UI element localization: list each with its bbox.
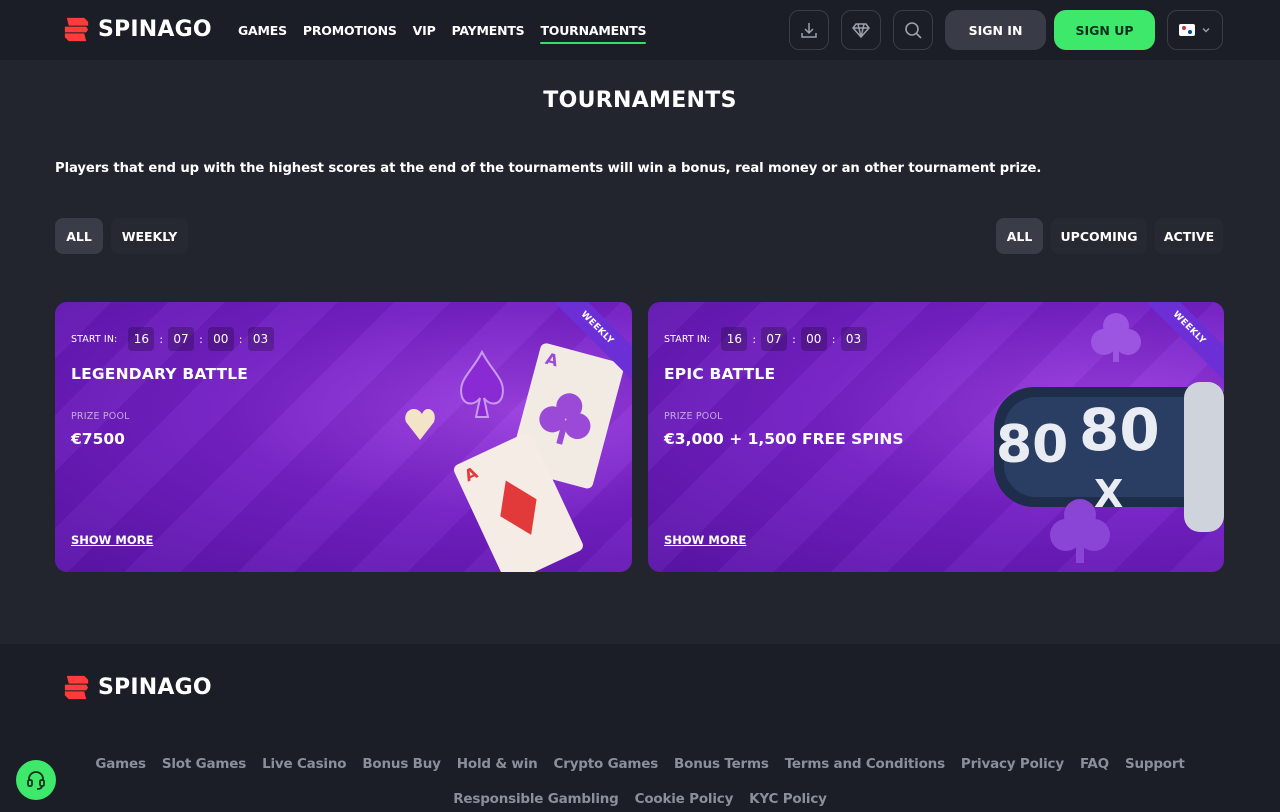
footer-link-live-casino[interactable]: Live Casino <box>262 756 346 772</box>
tournament-title: LEGENDARY BATTLE <box>71 365 249 383</box>
brand-logo[interactable]: SPINAGO <box>61 14 212 45</box>
countdown-days: 16 <box>128 327 155 351</box>
nav-promotions[interactable]: PROMOTIONS <box>303 0 397 60</box>
footer-logo[interactable]: SPINAGO <box>61 672 212 703</box>
chevron-down-icon <box>1202 28 1210 33</box>
prize-pool-value: €3,000 + 1,500 FREE SPINS <box>664 430 904 448</box>
countdown: START IN: 16 : 07 : 00 : 03 <box>71 327 274 351</box>
filter-status-active[interactable]: ACTIVE <box>1155 218 1223 254</box>
weekly-ribbon: WEEKLY <box>1134 302 1224 383</box>
countdown-hours: 07 <box>168 327 195 351</box>
weekly-ribbon: WEEKLY <box>542 302 632 383</box>
nav-vip[interactable]: VIP <box>413 0 436 60</box>
show-more-link[interactable]: SHOW MORE <box>71 533 153 547</box>
download-icon <box>801 23 817 38</box>
footer-link-games[interactable]: Games <box>95 756 146 772</box>
filter-type-all[interactable]: ALL <box>55 218 103 254</box>
filter-status-all[interactable]: ALL <box>996 218 1043 254</box>
countdown-seconds: 03 <box>840 327 867 351</box>
countdown: START IN: 16 : 07 : 00 : 03 <box>664 327 867 351</box>
footer-brand-name: SPINAGO <box>98 675 212 700</box>
footer-link-bonus-terms[interactable]: Bonus Terms <box>674 756 769 772</box>
footer-link-cookie-policy[interactable]: Cookie Policy <box>635 791 734 807</box>
footer-link-kyc-policy[interactable]: KYC Policy <box>749 791 827 807</box>
tournament-card[interactable]: A A WEEKLY START IN: 16 : 07 : 00 : 03 L… <box>55 302 632 572</box>
logo-s-icon <box>64 17 89 42</box>
main-nav: GAMES PROMOTIONS VIP PAYMENTS TOURNAMENT… <box>238 0 647 60</box>
prize-pool-label: PRIZE POOL <box>71 411 130 422</box>
countdown-hours: 07 <box>761 327 788 351</box>
prize-pool-label: PRIZE POOL <box>664 411 723 422</box>
brand-name: SPINAGO <box>98 17 212 42</box>
headset-icon <box>27 771 45 790</box>
sign-in-button[interactable]: SIGN IN <box>945 10 1046 50</box>
footer-link-faq[interactable]: FAQ <box>1080 756 1109 772</box>
show-more-link[interactable]: SHOW MORE <box>664 533 746 547</box>
language-selector[interactable] <box>1167 10 1223 50</box>
support-chat-button[interactable] <box>16 760 56 800</box>
filter-status-upcoming[interactable]: UPCOMING <box>1051 218 1147 254</box>
tournament-title: EPIC BATTLE <box>664 365 776 383</box>
diamond-icon <box>852 23 870 39</box>
tournament-card[interactable]: 80 80 X WEEKLY START IN: 16 : 07 : 00 : … <box>648 302 1224 572</box>
prize-pool-value: €7500 <box>71 430 125 448</box>
countdown-minutes: 00 <box>207 327 234 351</box>
footer-links-row-1: Games Slot Games Live Casino Bonus Buy H… <box>0 756 1280 772</box>
vip-diamond-button[interactable] <box>841 10 881 50</box>
countdown-days: 16 <box>721 327 748 351</box>
logo-s-icon <box>64 675 89 700</box>
svg-text:80: 80 <box>996 415 1068 475</box>
search-button[interactable] <box>893 10 933 50</box>
footer-link-slot-games[interactable]: Slot Games <box>162 756 246 772</box>
nav-payments[interactable]: PAYMENTS <box>452 0 525 60</box>
start-label: START IN: <box>71 333 118 345</box>
nav-games[interactable]: GAMES <box>238 0 287 60</box>
footer-links-row-2: Responsible Gambling Cookie Policy KYC P… <box>0 791 1280 807</box>
search-icon <box>905 22 922 39</box>
countdown-minutes: 00 <box>800 327 827 351</box>
svg-text:X: X <box>1094 472 1123 516</box>
footer-link-responsible-gambling[interactable]: Responsible Gambling <box>453 791 619 807</box>
footer-link-bonus-buy[interactable]: Bonus Buy <box>362 756 441 772</box>
page-title: TOURNAMENTS <box>543 88 737 113</box>
filter-type-weekly[interactable]: WEEKLY <box>111 218 188 254</box>
site-header: SPINAGO GAMES PROMOTIONS VIP PAYMENTS TO… <box>0 0 1280 60</box>
footer-link-privacy[interactable]: Privacy Policy <box>961 756 1064 772</box>
countdown-seconds: 03 <box>247 327 274 351</box>
svg-text:80: 80 <box>1079 396 1160 464</box>
page-description: Players that end up with the highest sco… <box>55 161 1042 176</box>
nav-tournaments[interactable]: TOURNAMENTS <box>540 0 647 60</box>
footer-link-crypto-games[interactable]: Crypto Games <box>554 756 659 772</box>
download-button[interactable] <box>789 10 829 50</box>
footer-link-terms[interactable]: Terms and Conditions <box>785 756 945 772</box>
footer-link-hold-and-win[interactable]: Hold & win <box>457 756 538 772</box>
sign-up-button[interactable]: SIGN UP <box>1054 10 1155 50</box>
start-label: START IN: <box>664 333 711 345</box>
footer-link-support[interactable]: Support <box>1125 756 1185 772</box>
site-footer: SPINAGO Games Slot Games Live Casino Bon… <box>0 644 1280 812</box>
korean-flag-icon <box>1179 24 1195 36</box>
